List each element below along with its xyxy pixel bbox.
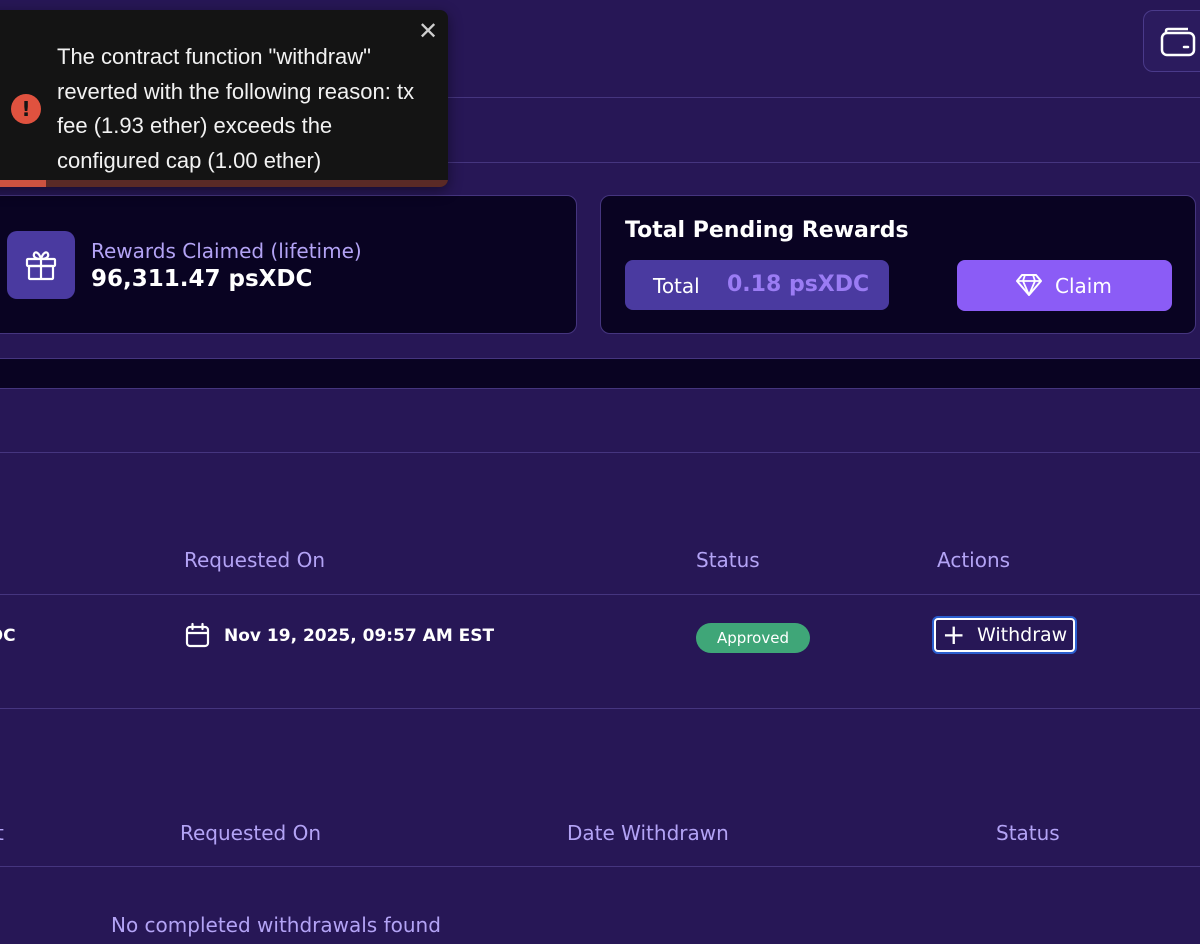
empty-state-message: No completed withdrawals found [111, 913, 441, 937]
header-requested-on-completed: Requested On [180, 821, 322, 845]
total-label: Total [653, 274, 700, 298]
exclamation-icon: ! [11, 94, 41, 124]
wallet-button[interactable] [1143, 10, 1200, 72]
toast-progress-bar [0, 180, 46, 187]
table-bottom-divider [0, 708, 1200, 709]
status-badge: Approved [696, 623, 810, 653]
total-pending-box: Total 0.18 psXDC [625, 260, 889, 310]
rewards-claimed-label: Rewards Claimed (lifetime) [91, 239, 362, 263]
rewards-claimed-card: Rewards Claimed (lifetime) 96,311.47 psX… [0, 195, 577, 334]
completed-header-divider [0, 866, 1200, 867]
amount-cell: DC [0, 626, 16, 646]
header-status-completed: Status [996, 821, 1060, 845]
withdraw-button-label: Withdraw [977, 624, 1068, 646]
claim-button-label: Claim [1055, 274, 1112, 298]
rewards-claimed-value: 96,311.47 psXDC [91, 266, 313, 292]
pending-rewards-title: Total Pending Rewards [625, 218, 909, 243]
gift-icon [25, 251, 57, 281]
band-top-border [0, 358, 1200, 359]
gift-icon-box [7, 231, 75, 299]
pending-rewards-card: Total Pending Rewards Total 0.18 psXDC C… [600, 195, 1196, 334]
error-toast: ! The contract function "withdraw" rever… [0, 10, 448, 187]
total-value: 0.18 psXDC [727, 272, 870, 297]
toast-progress-track [0, 180, 448, 187]
header-status: Status [696, 548, 760, 572]
close-icon[interactable]: ✕ [418, 18, 438, 44]
wallet-icon [1160, 27, 1196, 57]
section-separator [0, 358, 1200, 388]
band-bottom-border [0, 388, 1200, 389]
requested-on-cell: Nov 19, 2025, 09:57 AM EST [224, 626, 495, 646]
calendar-icon [185, 622, 210, 648]
staking-dashboard: ! The contract function "withdraw" rever… [0, 0, 1200, 944]
claim-button[interactable]: Claim [957, 260, 1172, 311]
header-requested-on: Requested On [184, 548, 326, 572]
header-amount: t [0, 821, 4, 845]
withdraw-button[interactable]: + Withdraw [934, 618, 1075, 652]
plus-icon: + [942, 618, 966, 651]
diamond-icon [1016, 274, 1042, 296]
header-actions: Actions [937, 548, 1011, 572]
header-date-withdrawn: Date Withdrawn [567, 821, 729, 845]
toast-message: The contract function "withdraw" reverte… [57, 44, 415, 173]
table-header-divider [0, 594, 1200, 595]
requests-section-divider [0, 452, 1200, 453]
